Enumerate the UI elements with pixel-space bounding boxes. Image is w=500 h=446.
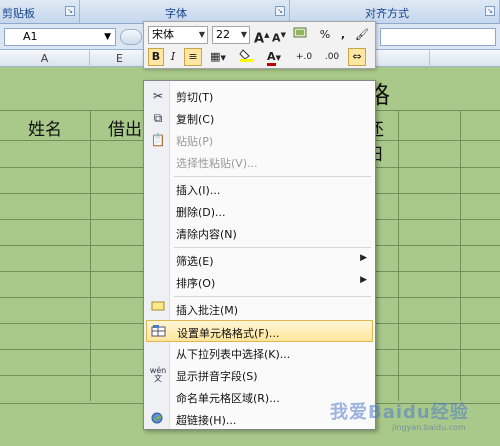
copy-icon: ⧉ <box>153 111 163 125</box>
hyperlink-icon <box>149 411 167 427</box>
menu-item-label: 清除内容(N) <box>176 228 237 241</box>
watermark-url: jingyan.baidu.com <box>392 423 466 432</box>
font-select-value: 宋体 <box>152 28 174 41</box>
submenu-arrow-icon: ▶ <box>360 275 367 285</box>
comment-icon <box>149 301 167 317</box>
menu-item-label: 从下拉列表中选择(K)... <box>176 348 291 361</box>
mini-toolbar: 宋体 ▼ 22 ▼ A▲ A▼ % , 🖌 B I ≡ ▦▼ A▼ +.0 .0… <box>143 21 376 69</box>
menu-item-filter[interactable]: 筛选(E) ▶ <box>146 249 373 271</box>
shrink-font-button[interactable]: A▼ <box>272 26 286 45</box>
merge-center-icon[interactable]: ⇔ <box>348 48 366 66</box>
menu-item-cut[interactable]: ✂ 剪切(T) <box>146 85 373 107</box>
dialog-launcher-icon[interactable]: ↘ <box>275 6 285 16</box>
menu-item-insert-comment[interactable]: 插入批注(M) <box>146 298 373 320</box>
grid-line <box>398 111 399 401</box>
grow-font-label: A <box>254 31 265 47</box>
menu-item-paste-special[interactable]: 选择性粘贴(V)... <box>146 151 373 173</box>
menu-item-label: 剪切(T) <box>176 91 214 104</box>
align-center-icon[interactable]: ≡ <box>184 48 202 66</box>
chevron-down-icon[interactable]: ▼ <box>104 29 111 45</box>
header-cell-lend: 借出 <box>108 120 142 140</box>
decrease-decimal-button[interactable]: .00 <box>320 48 344 66</box>
menu-item-label: 排序(O) <box>176 277 216 290</box>
menu-item-paste[interactable]: 📋 粘贴(P) <box>146 129 373 151</box>
menu-item-delete[interactable]: 删除(D)... <box>146 200 373 222</box>
shrink-font-label: A <box>272 31 281 45</box>
column-header-b[interactable]: E <box>90 50 150 67</box>
menu-item-label: 筛选(E) <box>176 255 214 268</box>
menu-item-clear-contents[interactable]: 清除内容(N) <box>146 222 373 244</box>
dialog-launcher-icon[interactable]: ↘ <box>65 6 75 16</box>
header-cell-name: 姓名 <box>28 120 62 140</box>
menu-item-label: 选择性粘贴(V)... <box>176 157 258 170</box>
ribbon-group-label: 对齐方式 <box>365 7 409 20</box>
menu-item-format-cells[interactable]: 设置单元格格式(F)... <box>146 320 373 342</box>
context-menu: ✂ 剪切(T) ⧉ 复制(C) 📋 粘贴(P) 选择性粘贴(V)... 插入(I… <box>143 80 376 430</box>
format-painter-icon[interactable]: 🖌 <box>354 26 370 44</box>
column-header-a[interactable]: A <box>0 50 90 67</box>
menu-item-label: 粘贴(P) <box>176 135 214 148</box>
italic-button[interactable]: I <box>166 48 180 66</box>
font-color-button[interactable]: A▼ <box>262 48 286 66</box>
font-size-select[interactable]: 22 ▼ <box>212 26 250 44</box>
bold-button[interactable]: B <box>148 48 164 66</box>
menu-item-label: 删除(D)... <box>176 206 226 219</box>
font-color-letter: A <box>267 50 276 66</box>
fill-color-icon[interactable] <box>236 48 258 66</box>
grid-line <box>460 111 461 401</box>
menu-item-label: 插入批注(M) <box>176 304 239 317</box>
scissors-icon: ✂ <box>152 89 164 103</box>
formula-function-button[interactable] <box>120 29 142 45</box>
grow-font-button[interactable]: A▲ <box>254 26 269 47</box>
dialog-launcher-icon[interactable]: ↘ <box>485 6 495 16</box>
ribbon-group-label: 字体 <box>165 7 187 20</box>
font-select[interactable]: 宋体 ▼ <box>148 26 208 44</box>
menu-item-label: 显示拼音字段(S) <box>176 370 258 383</box>
menu-item-pick-from-list[interactable]: 从下拉列表中选择(K)... <box>146 342 373 364</box>
menu-separator <box>174 296 371 297</box>
name-box[interactable]: A1 ▼ <box>4 28 116 46</box>
menu-item-label: 超链接(H)... <box>176 414 237 427</box>
menu-item-sort[interactable]: 排序(O) ▶ <box>146 271 373 293</box>
name-box-value: A1 <box>23 30 38 43</box>
column-header-other[interactable] <box>376 50 430 67</box>
menu-item-copy[interactable]: ⧉ 复制(C) <box>146 107 373 129</box>
menu-item-label: 设置单元格格式(F)... <box>177 327 280 340</box>
font-size-value: 22 <box>216 28 230 41</box>
menu-item-insert[interactable]: 插入(I)... <box>146 178 373 200</box>
phonetic-icon: wén 文 <box>149 366 167 383</box>
chevron-down-icon[interactable]: ▼ <box>199 27 205 43</box>
comma-button[interactable]: , <box>338 26 348 44</box>
chevron-down-icon[interactable]: ▼ <box>241 27 247 43</box>
ribbon-group-clipboard: 剪贴板 ↘ <box>0 0 80 24</box>
increase-decimal-button[interactable]: +.0 <box>292 48 316 66</box>
menu-item-label: 命名单元格区域(R)... <box>176 392 280 405</box>
menu-separator <box>174 247 371 248</box>
grid-line <box>90 111 91 401</box>
percent-button[interactable]: % <box>318 26 332 44</box>
borders-icon[interactable]: ▦▼ <box>206 48 230 66</box>
column-header-other[interactable] <box>430 50 500 67</box>
menu-item-show-phonetic[interactable]: wén 文 显示拼音字段(S) <box>146 364 373 386</box>
accounting-format-icon[interactable] <box>290 26 312 44</box>
watermark-text: 我爱Baidu经验 <box>330 402 469 423</box>
menu-item-label: 插入(I)... <box>176 184 221 197</box>
submenu-arrow-icon: ▶ <box>360 253 367 263</box>
ribbon-group-label: 剪贴板 <box>2 7 35 20</box>
format-cells-icon <box>150 324 168 340</box>
menu-separator <box>174 176 371 177</box>
menu-item-label: 复制(C) <box>176 113 215 126</box>
paste-icon: 📋 <box>150 133 166 147</box>
formula-input[interactable] <box>380 28 496 46</box>
